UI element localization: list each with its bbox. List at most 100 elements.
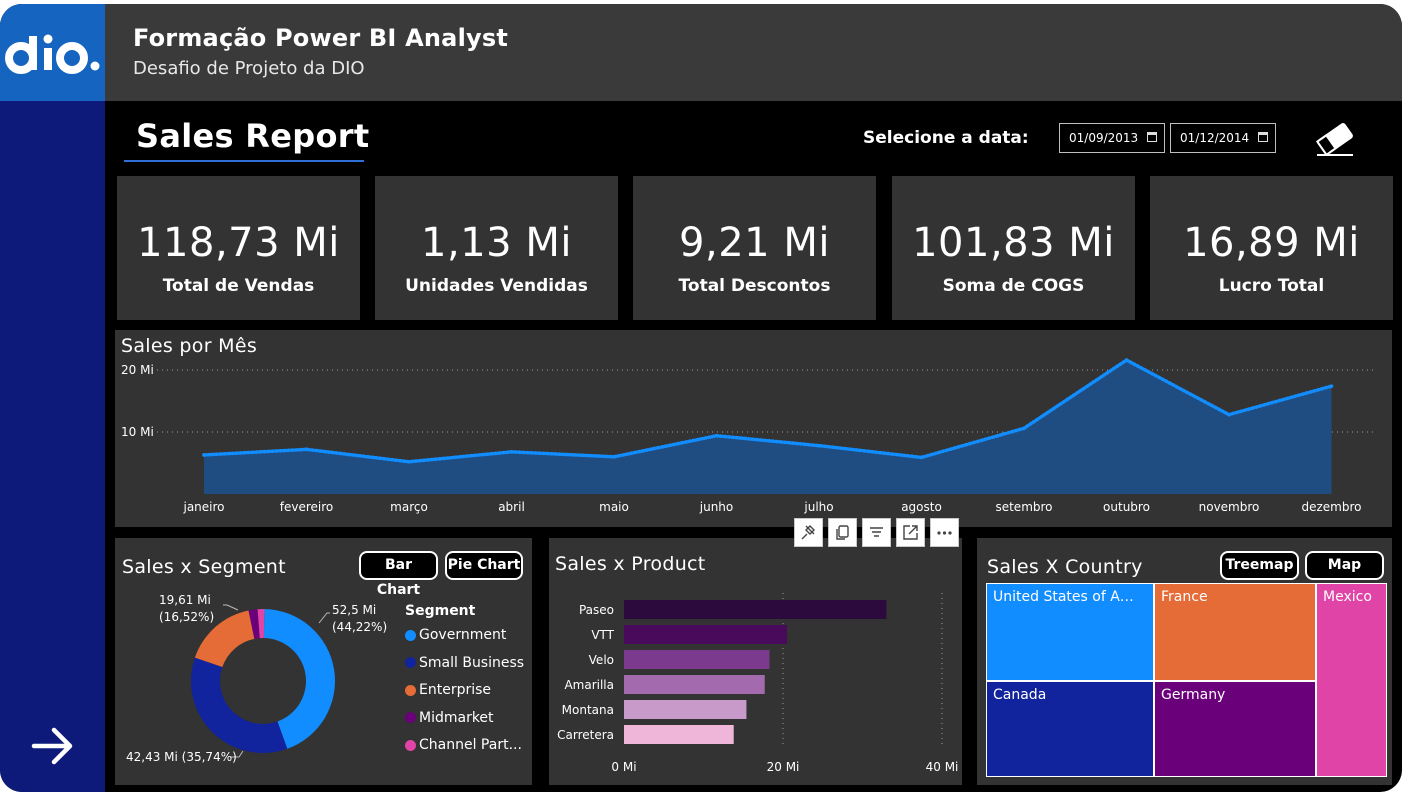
- x-tick-label: agosto: [901, 500, 942, 514]
- page-title: Sales Report: [136, 117, 370, 155]
- treemap-cell-usa[interactable]: United States of America: [986, 583, 1154, 681]
- filter-icon[interactable]: [862, 518, 891, 547]
- data-point: [612, 455, 616, 459]
- y-tick-label: 20 Mi: [121, 363, 154, 377]
- copy-icon[interactable]: [828, 518, 857, 547]
- treemap-cell-label: United States of America: [993, 589, 1154, 605]
- kpi-unidades-vendidas: 1,13 Mi Unidades Vendidas: [375, 176, 618, 320]
- x-tick-label: dezembro: [1302, 500, 1362, 514]
- x-tick-label: abril: [498, 500, 525, 514]
- visual-header-toolbar: [794, 518, 959, 550]
- bar-chart-svg: Paseo VTT Velo Amarilla Montana Carretera 0 Mi…: [557, 593, 959, 774]
- data-point: [304, 447, 309, 452]
- legend-item[interactable]: Midmarket: [405, 710, 494, 726]
- bar-carretera: [624, 725, 734, 744]
- legend-item[interactable]: Enterprise: [405, 682, 491, 698]
- report-canvas: Formação Power BI Analyst Desafio de Pro…: [0, 4, 1402, 792]
- sales-by-product-chart[interactable]: Sales x Product Paseo VTT Velo Amarilla Mont…: [549, 538, 962, 785]
- treemap-cell-label: France: [1161, 589, 1208, 605]
- treemap-cell-label: Mexico: [1323, 589, 1372, 605]
- treemap-button[interactable]: Treemap: [1220, 551, 1299, 580]
- kpi-label: Lucro Total: [1218, 276, 1325, 296]
- x-tick-label: fevereiro: [280, 500, 334, 514]
- y-tick-label: 10 Mi: [121, 425, 154, 439]
- kpi-label: Total de Vendas: [162, 276, 315, 296]
- kpi-value: 101,83 Mi: [912, 220, 1115, 266]
- data-label-percent: (16,52%): [159, 610, 215, 624]
- x-tick-label: julho: [803, 500, 833, 514]
- data-label-value: 19,61 Mi: [159, 593, 211, 607]
- sales-by-country-chart[interactable]: Sales X Country Treemap Map Chart United…: [977, 538, 1392, 785]
- pin-icon[interactable]: [794, 518, 823, 547]
- kpi-label: Soma de COGS: [942, 276, 1085, 296]
- sales-by-month-chart[interactable]: Sales por Mês 20 Mi 10 Mi janeiro fevereiro…: [115, 330, 1392, 527]
- start-date-value: 01/09/2013: [1069, 131, 1139, 145]
- kpi-value: 118,73 Mi: [137, 220, 340, 266]
- title-underline: [124, 160, 364, 162]
- dio-logo: [0, 4, 105, 101]
- data-point: [202, 453, 206, 457]
- kpi-label: Unidades Vendidas: [405, 276, 588, 296]
- treemap-cell-label: Germany: [1161, 687, 1226, 703]
- treemap-cell-france[interactable]: France: [1154, 583, 1316, 681]
- start-date-input[interactable]: 01/09/2013: [1059, 123, 1165, 153]
- x-tick-label: outubro: [1103, 500, 1150, 514]
- legend-swatch: [405, 657, 416, 668]
- treemap-cell-label: Canada: [993, 687, 1047, 703]
- category-label: Velo: [589, 653, 614, 667]
- legend-swatch: [405, 629, 416, 641]
- eraser-icon[interactable]: [1313, 120, 1357, 158]
- data-point: [919, 455, 924, 460]
- category-label: VTT: [591, 628, 614, 642]
- map-chart-button[interactable]: Map Chart: [1305, 551, 1384, 598]
- kpi-label: Total Descontos: [678, 276, 831, 296]
- chart-title: Sales X Country: [987, 556, 1143, 578]
- category-label: Amarilla: [564, 678, 614, 692]
- x-tick-label: março: [390, 500, 428, 514]
- calendar-icon[interactable]: [1147, 132, 1157, 142]
- bar-montana: [624, 700, 747, 719]
- treemap-cell-germany[interactable]: Germany: [1154, 681, 1316, 777]
- category-label: Carretera: [557, 728, 614, 742]
- more-options-icon[interactable]: [930, 518, 959, 547]
- kpi-total-descontos: 9,21 Mi Total Descontos: [633, 176, 876, 320]
- sales-by-segment-chart[interactable]: Sales x Segment Bar Chart Pie Chart 19,6…: [115, 538, 532, 785]
- donut-slice-small-business: [191, 657, 288, 753]
- legend-swatch: [405, 739, 416, 751]
- end-date-value: 01/12/2014: [1180, 131, 1250, 145]
- legend-label: Small Business: [419, 654, 525, 671]
- focus-mode-icon[interactable]: [896, 518, 925, 547]
- kpi-lucro-total: 16,89 Mi Lucro Total: [1150, 176, 1393, 320]
- sidebar: [0, 4, 105, 792]
- header-subtitle: Desafio de Projeto da DIO: [133, 58, 365, 79]
- data-point: [1329, 384, 1334, 388]
- legend-item[interactable]: Government: [405, 627, 506, 643]
- x-tick-label: junho: [699, 500, 734, 514]
- treemap-cell-mexico[interactable]: Mexico: [1316, 583, 1387, 777]
- data-point: [509, 450, 514, 454]
- data-point: [407, 459, 411, 464]
- leader-line: [318, 612, 330, 624]
- category-label: Montana: [562, 703, 614, 717]
- legend-label: Midmarket: [419, 709, 494, 726]
- leader-line: [223, 604, 239, 611]
- arrow-right-icon[interactable]: [30, 726, 76, 766]
- calendar-icon[interactable]: [1258, 132, 1268, 142]
- date-filter-label: Selecione a data:: [863, 128, 1029, 148]
- dio-logo-icon: [5, 34, 100, 74]
- end-date-input[interactable]: 01/12/2014: [1170, 123, 1276, 153]
- data-point: [817, 443, 821, 448]
- area-chart-svg: 20 Mi 10 Mi janeiro fevereiro março abril maio…: [121, 358, 1377, 514]
- x-tick-label: 0 Mi: [611, 760, 636, 774]
- treemap-cell-canada[interactable]: Canada: [986, 681, 1154, 777]
- data-point: [1124, 358, 1129, 362]
- x-tick-label: 40 Mi: [926, 760, 959, 774]
- bar-vtt: [624, 625, 787, 644]
- kpi-value: 9,21 Mi: [679, 220, 830, 266]
- legend-swatch: [405, 712, 416, 723]
- data-label-value: 52,5 Mi: [332, 603, 377, 617]
- legend-item[interactable]: Small Business: [405, 655, 524, 671]
- legend-item[interactable]: Channel Part...: [405, 737, 522, 753]
- government-data-label: 52,5 Mi (44,22%): [332, 602, 387, 636]
- header-title: Formação Power BI Analyst: [133, 24, 508, 52]
